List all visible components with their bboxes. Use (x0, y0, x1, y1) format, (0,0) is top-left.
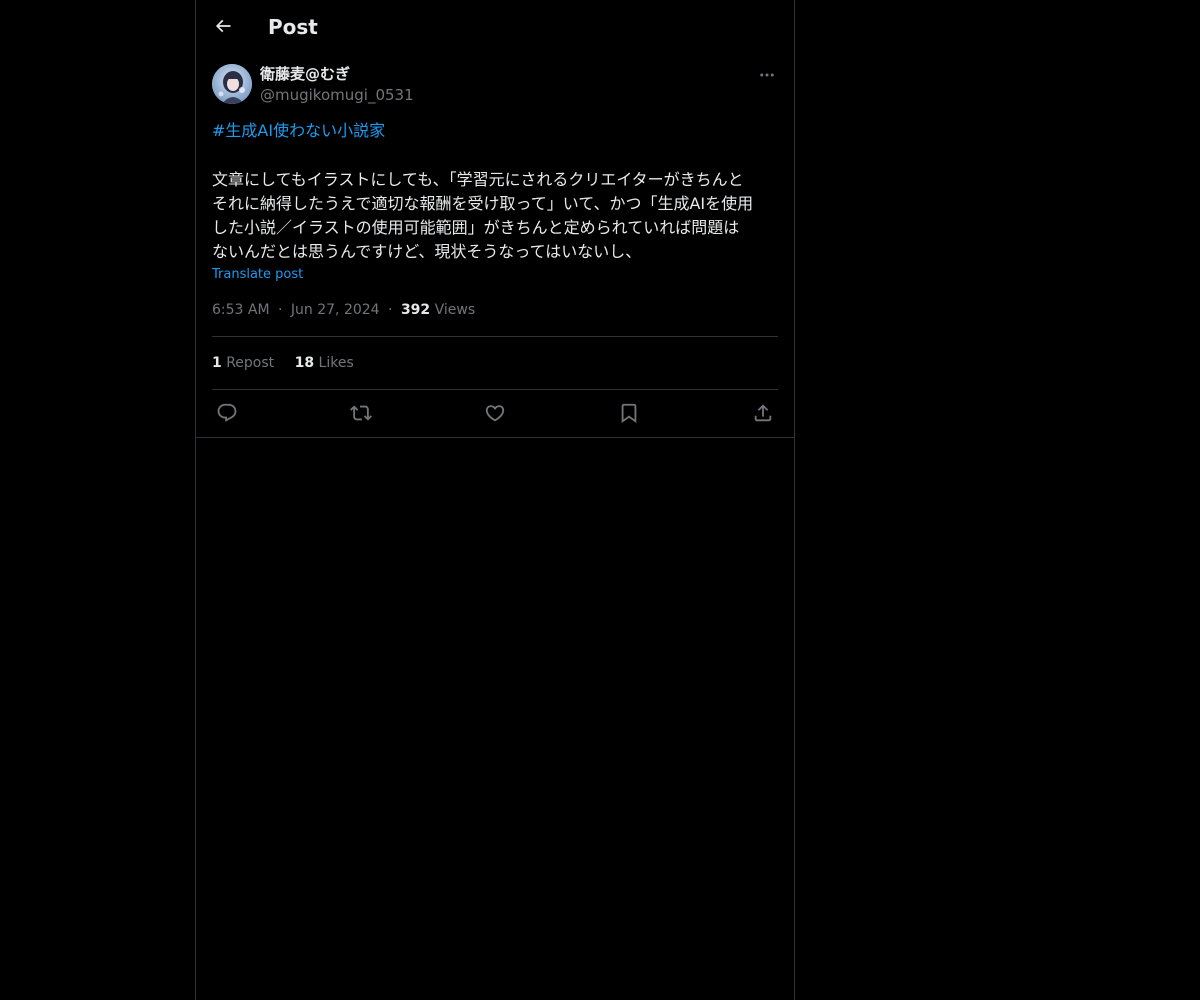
like-icon (485, 405, 505, 422)
share-icon (754, 404, 772, 422)
views-label: Views (434, 302, 476, 318)
likes-label: Likes (318, 355, 354, 371)
divider (212, 389, 778, 390)
meta-separator: · (278, 302, 283, 318)
avatar[interactable] (212, 64, 252, 104)
reply-icon (217, 403, 237, 422)
bookmark-icon (621, 403, 637, 424)
back-button[interactable] (208, 11, 238, 41)
post-body: 文章にしてもイラストにしても、「学習元にされるクリエイターがきちんと それに納得… (212, 168, 780, 264)
post-body-line: 文章にしてもイラストにしても、「学習元にされるクリエイターがきちんと (212, 170, 744, 189)
post-actions (212, 401, 778, 425)
author-handle[interactable]: @mugikomugi_0531 (260, 85, 414, 105)
reposts-label: Repost (226, 355, 275, 371)
post-meta: 6:53 AM · Jun 27, 2024 · 392 Views (212, 300, 475, 320)
arrow-left-icon (215, 19, 231, 33)
translate-post-link[interactable]: Translate post (212, 266, 303, 284)
more-options-button[interactable] (756, 65, 778, 85)
post-bottom-border (196, 437, 794, 438)
likes-count: 18 (294, 355, 315, 371)
more-horizontal-icon (760, 73, 774, 77)
reply-button[interactable] (214, 401, 240, 425)
post-body-line: ないんだとは思うんですけど、現状そうなってはいないし、 (212, 242, 642, 261)
views-count: 392 (400, 302, 431, 318)
reposts-count: 1 (212, 355, 222, 371)
reposts-stat[interactable]: 1 Repost (212, 355, 274, 371)
avatar-image (212, 64, 252, 104)
share-button[interactable] (750, 401, 776, 425)
bookmark-button[interactable] (616, 401, 642, 425)
timeline-column: Post 衛藤麦@むぎ @mugikomugi_0531 #生成AI使わない小説… (195, 0, 795, 1000)
repost-button[interactable] (348, 401, 374, 425)
repost-icon (350, 405, 372, 421)
like-button[interactable] (482, 401, 508, 425)
likes-stat[interactable]: 18 Likes (295, 355, 354, 371)
post-stats: 1 Repost 18 Likes (212, 353, 370, 373)
post-date[interactable]: Jun 27, 2024 (291, 302, 380, 318)
post-body-line: それに納得したうえで適切な報酬を受け取って」いて、かつ「生成AIを使用 (212, 194, 754, 213)
post-time[interactable]: 6:53 AM (212, 302, 270, 318)
post-body-line: した小説／イラストの使用可能範囲」がきちんと定められていれば問題は (212, 218, 740, 237)
hashtag-link[interactable]: #生成AI使わない小説家 (212, 120, 385, 142)
meta-separator: · (388, 302, 393, 318)
divider (212, 336, 778, 337)
author-display-name[interactable]: 衛藤麦@むぎ (260, 64, 414, 84)
page-title: Post (268, 15, 318, 39)
author-info[interactable]: 衛藤麦@むぎ @mugikomugi_0531 (260, 64, 414, 105)
post-header: Post (196, 0, 794, 53)
